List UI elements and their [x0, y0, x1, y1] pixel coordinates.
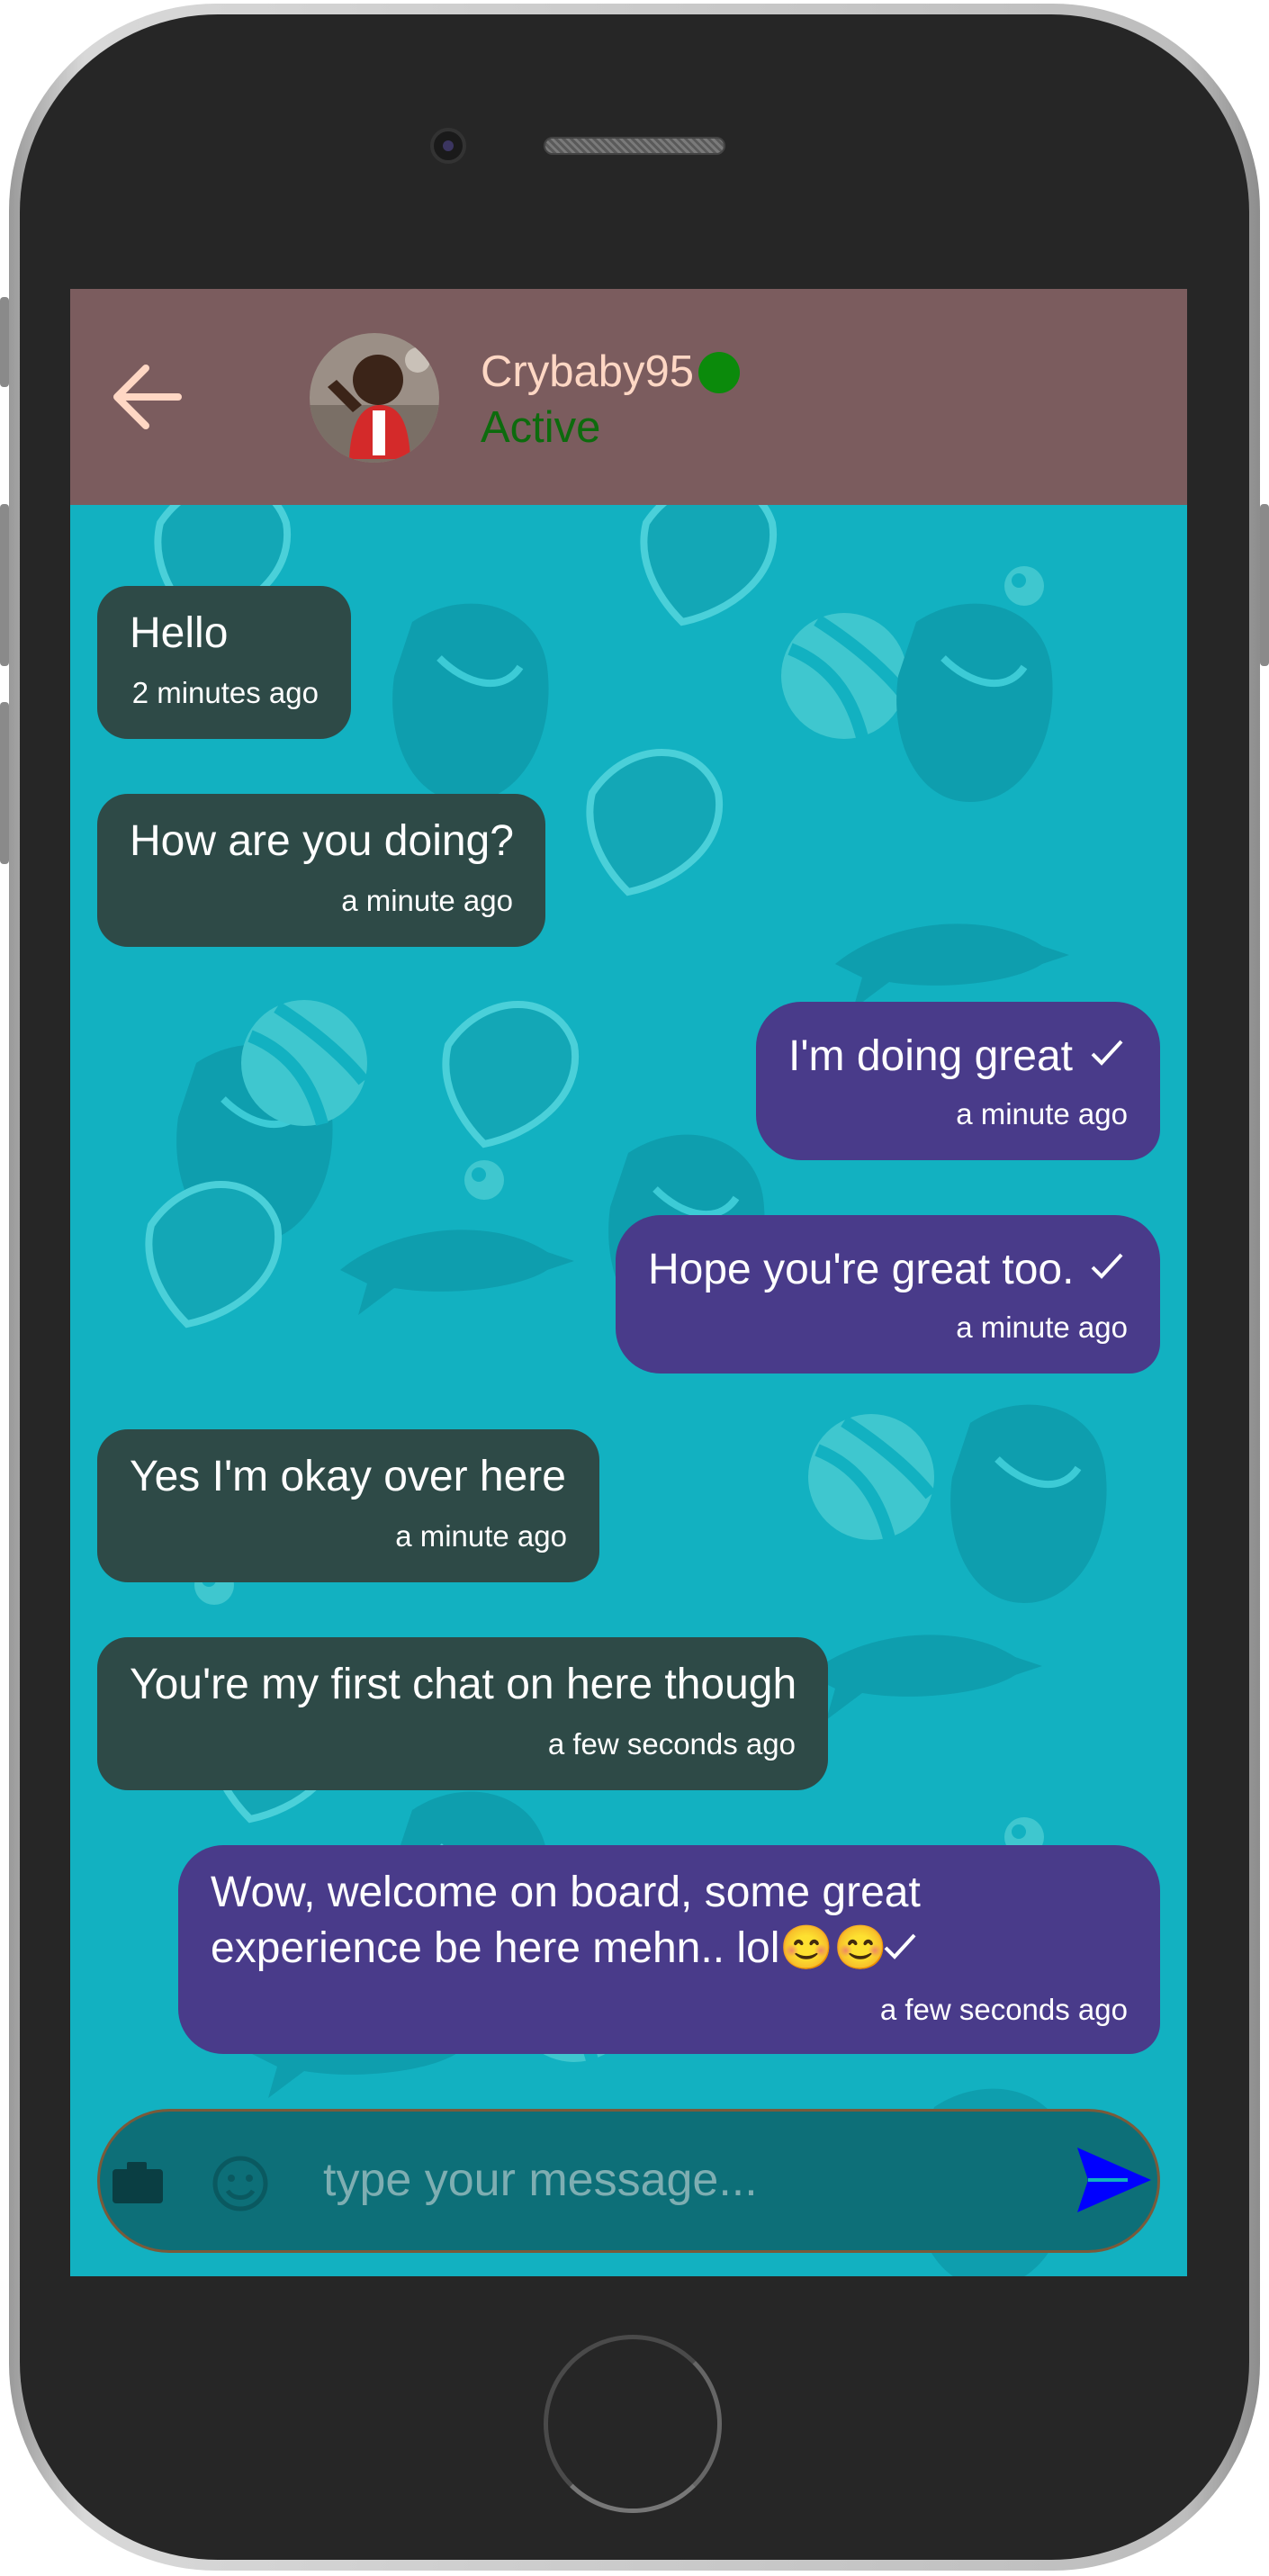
- message-time: 2 minutes ago: [131, 676, 319, 709]
- message-text: Yes I'm okay over here: [130, 1453, 566, 1500]
- message-time: a few seconds ago: [547, 1727, 796, 1761]
- message-incoming[interactable]: You're my first chat on here though a fe…: [97, 1637, 828, 1790]
- volume-up-button: [0, 504, 9, 666]
- earpiece-speaker: [544, 137, 725, 155]
- message-input[interactable]: [321, 2144, 1059, 2216]
- message-text: Hope you're great too.: [648, 1246, 1075, 1293]
- message-time: a few seconds ago: [879, 1993, 1128, 2026]
- emoji-icon[interactable]: [212, 2155, 269, 2212]
- message-incoming[interactable]: Yes I'm okay over here a minute ago: [97, 1429, 599, 1582]
- check-icon: [884, 1933, 916, 1959]
- send-button[interactable]: [1074, 2144, 1155, 2216]
- contact-name[interactable]: Crybaby95: [481, 347, 694, 397]
- message-incoming[interactable]: Hello 2 minutes ago: [97, 586, 351, 739]
- camera-icon[interactable]: [111, 2160, 165, 2205]
- message-text: You're my first chat on here though: [130, 1661, 797, 1708]
- message-text: I'm doing great: [788, 1032, 1074, 1080]
- online-indicator: [698, 352, 740, 393]
- message-incoming[interactable]: How are you doing? a minute ago: [97, 794, 545, 947]
- mute-switch: [0, 297, 9, 387]
- message-time: a minute ago: [956, 1311, 1128, 1344]
- message-outgoing[interactable]: Hope you're great too. a minute ago: [616, 1215, 1160, 1374]
- message-time: a minute ago: [341, 884, 513, 917]
- message-composer: [97, 2109, 1160, 2253]
- message-time: a minute ago: [956, 1097, 1128, 1130]
- arrow-left-icon: [113, 365, 182, 429]
- message-text: How are you doing?: [130, 817, 514, 865]
- contact-status: Active: [481, 403, 601, 452]
- home-button[interactable]: [544, 2335, 722, 2513]
- message-outgoing[interactable]: Wow, welcome on board, some great experi…: [178, 1845, 1160, 2054]
- back-button[interactable]: [112, 363, 184, 431]
- check-icon: [1091, 1040, 1123, 1066]
- contact-avatar[interactable]: [310, 333, 439, 463]
- message-text-line1: Wow, welcome on board, some great: [211, 1869, 921, 1916]
- power-button: [1260, 504, 1269, 666]
- message-outgoing[interactable]: I'm doing great a minute ago: [756, 1002, 1160, 1160]
- message-time: a minute ago: [395, 1519, 567, 1553]
- chat-screen: Crybaby95 Active Hello 2 minutes ago How…: [70, 289, 1187, 2276]
- check-icon: [1091, 1253, 1123, 1279]
- volume-down-button: [0, 702, 9, 864]
- message-text-line2: experience be here mehn.. lol😊😊: [211, 1924, 887, 1972]
- send-icon: [1077, 2148, 1151, 2212]
- front-camera: [430, 128, 466, 164]
- chat-header: Crybaby95 Active: [70, 289, 1187, 505]
- message-text: Hello: [130, 609, 229, 657]
